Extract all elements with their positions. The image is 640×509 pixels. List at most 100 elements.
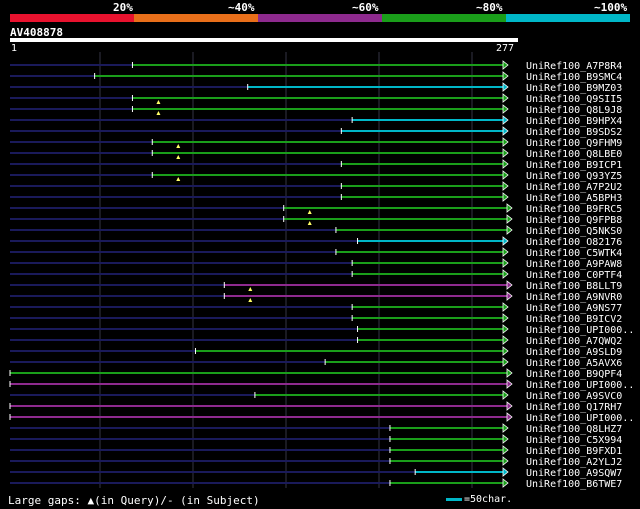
hit-row[interactable]: UniRef100_UPI000..	[10, 324, 634, 336]
hit-label[interactable]: UniRef100_Q9FHM9	[526, 138, 622, 149]
hit-end-arrow	[502, 181, 509, 191]
hit-row[interactable]: UniRef100_Q8LHZ7	[10, 423, 622, 435]
hit-label[interactable]: UniRef100_B9ICP1	[526, 160, 622, 171]
query-gap-marker	[176, 177, 181, 181]
hit-label[interactable]: UniRef100_B9ICV2	[526, 314, 622, 325]
hit-label[interactable]: UniRef100_A7QWQ2	[526, 336, 622, 347]
hit-row[interactable]: UniRef100_A5BPH3	[10, 192, 622, 204]
hit-label[interactable]: UniRef100_UPI000..	[526, 325, 634, 336]
query-gap-marker	[176, 155, 181, 159]
hit-row[interactable]: UniRef100_C5X994	[10, 434, 622, 446]
hit-row[interactable]: UniRef100_C0PTF4	[10, 269, 622, 281]
hit-row[interactable]: UniRef100_A9SLD9	[10, 346, 622, 358]
hit-row[interactable]: UniRef100_A9SVC0	[10, 390, 622, 402]
hit-row[interactable]: UniRef100_B9MZ03	[10, 82, 622, 94]
hit-label[interactable]: UniRef100_A9SQW7	[526, 468, 622, 479]
hit-label[interactable]: UniRef100_B9MZ03	[526, 83, 622, 94]
hit-row[interactable]: UniRef100_B9QPF4	[9, 368, 622, 380]
hit-end-arrow	[502, 423, 509, 433]
hit-row[interactable]: UniRef100_C5WTK4	[10, 247, 622, 259]
hit-row[interactable]: UniRef100_A7P8R4	[10, 60, 622, 72]
hit-row[interactable]: UniRef100_B6TWE7	[10, 478, 622, 490]
query-gap-marker	[156, 100, 161, 104]
hit-row[interactable]: UniRef100_A9SQW7	[10, 467, 622, 479]
hit-row[interactable]: UniRef100_UPI000..	[9, 412, 634, 424]
hit-label[interactable]: UniRef100_B9FXD1	[526, 446, 622, 457]
hit-row[interactable]: UniRef100_Q93YZ5	[10, 170, 622, 182]
hit-label[interactable]: UniRef100_Q5NKS0	[526, 226, 622, 237]
hit-label[interactable]: UniRef100_Q9SII5	[526, 94, 622, 105]
hit-label[interactable]: UniRef100_A5AVX6	[526, 358, 622, 369]
hit-label[interactable]: UniRef100_C5X994	[526, 435, 622, 446]
hit-label[interactable]: UniRef100_Q93YZ5	[526, 171, 622, 182]
hit-row[interactable]: UniRef100_Q8L9J8	[10, 104, 622, 116]
hit-label[interactable]: UniRef100_B9SMC4	[526, 72, 622, 83]
query-gap-marker	[156, 111, 161, 115]
hit-label[interactable]: UniRef100_Q8L9J8	[526, 105, 622, 116]
hit-row[interactable]: UniRef100_B9ICV2	[10, 313, 622, 325]
hit-label[interactable]: UniRef100_B8LLT9	[526, 281, 622, 292]
scale-key-label: =50char.	[464, 494, 513, 505]
hit-row[interactable]: UniRef100_A7P2U2	[10, 181, 622, 193]
hit-label[interactable]: UniRef100_A2YLJ2	[526, 457, 622, 468]
hit-label[interactable]: UniRef100_A7P8R4	[526, 61, 622, 72]
hit-row[interactable]: UniRef100_B9FXD1	[10, 445, 622, 457]
hit-row[interactable]: UniRef100_Q9FPB8	[10, 214, 622, 226]
hit-label[interactable]: UniRef100_C0PTF4	[526, 270, 622, 281]
hit-end-arrow	[506, 379, 513, 389]
hit-row[interactable]: UniRef100_A2YLJ2	[10, 456, 622, 468]
hit-label[interactable]: UniRef100_Q9FPB8	[526, 215, 622, 226]
hit-label[interactable]: UniRef100_A9SVC0	[526, 391, 622, 402]
hit-row[interactable]: UniRef100_O82176	[10, 236, 622, 248]
hit-label[interactable]: UniRef100_B9HPX4	[526, 116, 622, 127]
hit-end-arrow	[502, 60, 509, 70]
hit-label[interactable]: UniRef100_B6TWE7	[526, 479, 622, 490]
hit-label[interactable]: UniRef100_A9PAW8	[526, 259, 622, 270]
scale-key-swatch	[446, 497, 462, 501]
hit-row[interactable]: UniRef100_B9ICP1	[10, 159, 622, 171]
hit-row[interactable]: UniRef100_A5AVX6	[10, 357, 622, 369]
hit-end-arrow	[502, 390, 509, 400]
hit-row[interactable]: UniRef100_UPI000..	[9, 379, 634, 391]
hit-row[interactable]: UniRef100_B9HPX4	[10, 115, 622, 127]
hit-end-arrow	[502, 170, 509, 180]
hit-row[interactable]: UniRef100_Q9SII5	[10, 93, 622, 105]
hit-row[interactable]: UniRef100_A7QWQ2	[10, 335, 622, 347]
hit-row[interactable]: UniRef100_B9SMC4	[10, 71, 622, 83]
hit-row[interactable]: UniRef100_B9SDS2	[10, 126, 622, 138]
hit-row[interactable]: UniRef100_Q8LBE0	[10, 148, 622, 160]
hit-row[interactable]: UniRef100_Q9FHM9	[10, 137, 622, 149]
hit-row[interactable]: UniRef100_A9NVR0	[10, 291, 622, 303]
hit-label[interactable]: UniRef100_A5BPH3	[526, 193, 622, 204]
hit-end-arrow	[502, 335, 509, 345]
hit-row[interactable]: UniRef100_B8LLT9	[10, 280, 622, 292]
hit-row[interactable]: UniRef100_Q5NKS0	[10, 225, 622, 237]
hit-end-arrow	[506, 412, 513, 422]
query-gap-marker	[176, 144, 181, 148]
hit-label[interactable]: UniRef100_A9SLD9	[526, 347, 622, 358]
hit-label[interactable]: UniRef100_A7P2U2	[526, 182, 622, 193]
hit-label[interactable]: UniRef100_UPI000..	[526, 413, 634, 424]
hit-end-arrow	[502, 247, 509, 257]
hit-label[interactable]: UniRef100_C5WTK4	[526, 248, 622, 259]
hit-end-arrow	[502, 478, 509, 488]
hit-label[interactable]: UniRef100_O82176	[526, 237, 622, 248]
hit-end-arrow	[502, 126, 509, 136]
hit-label[interactable]: UniRef100_B9SDS2	[526, 127, 622, 138]
query-gap-marker	[307, 221, 312, 225]
hit-label[interactable]: UniRef100_A9NVR0	[526, 292, 622, 303]
hit-row[interactable]: UniRef100_A9NS77	[10, 302, 622, 314]
hit-row[interactable]: UniRef100_Q17RH7	[9, 401, 622, 413]
hit-label[interactable]: UniRef100_Q17RH7	[526, 402, 622, 413]
hit-row[interactable]: UniRef100_B9FRC5	[10, 203, 622, 215]
hit-row[interactable]: UniRef100_A9PAW8	[10, 258, 622, 270]
hit-end-arrow	[502, 236, 509, 246]
hit-label[interactable]: UniRef100_Q8LBE0	[526, 149, 622, 160]
hit-label[interactable]: UniRef100_Q8LHZ7	[526, 424, 622, 435]
hit-label[interactable]: UniRef100_B9FRC5	[526, 204, 622, 215]
hit-end-arrow	[502, 445, 509, 455]
hit-end-arrow	[502, 346, 509, 356]
hit-label[interactable]: UniRef100_A9NS77	[526, 303, 622, 314]
hit-label[interactable]: UniRef100_UPI000..	[526, 380, 634, 391]
hit-label[interactable]: UniRef100_B9QPF4	[526, 369, 622, 380]
